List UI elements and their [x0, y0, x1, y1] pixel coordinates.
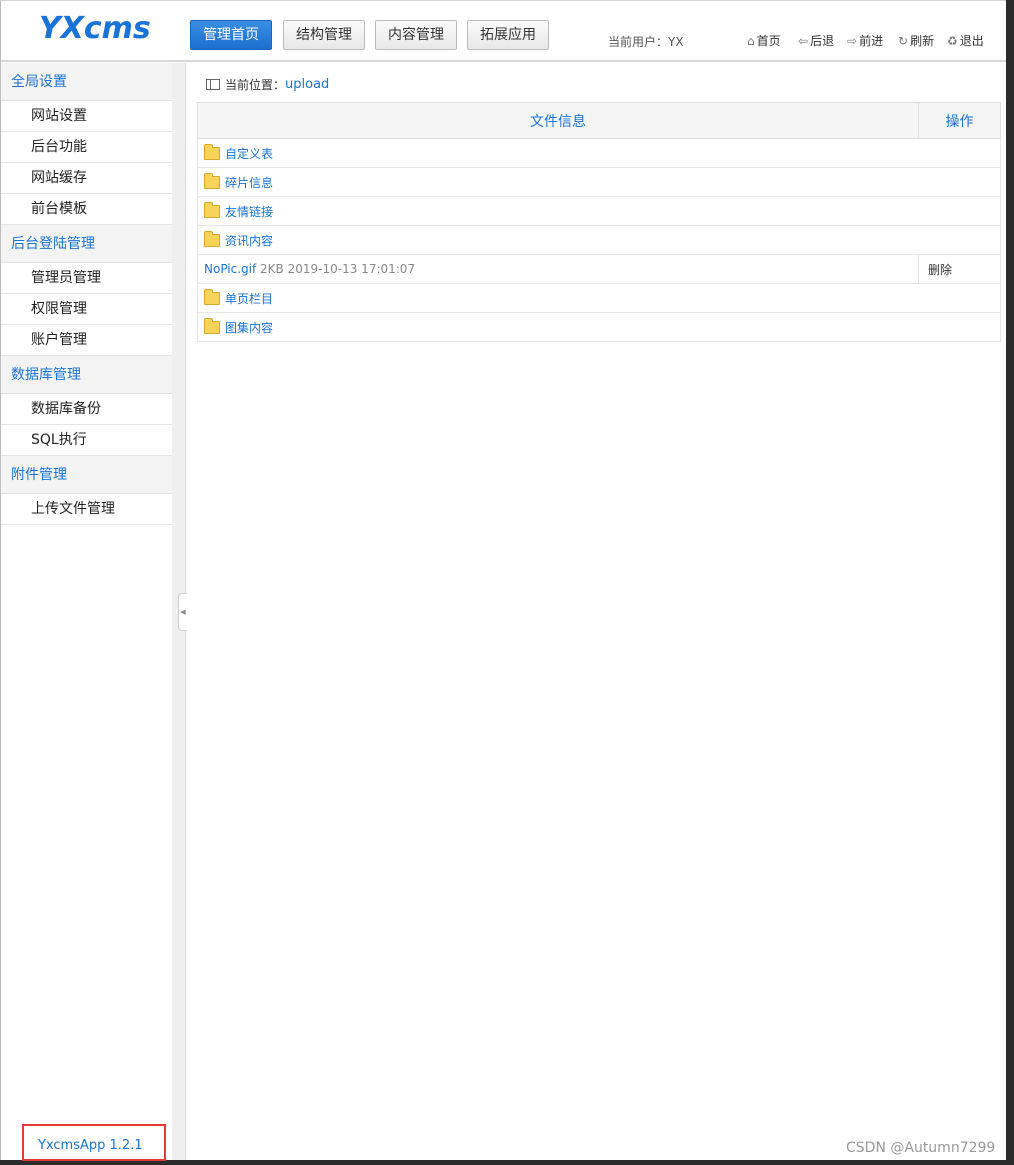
- current-user-label: 当前用户：YX: [608, 35, 684, 49]
- folder-icon: [204, 172, 220, 189]
- folder-icon: [204, 143, 220, 160]
- table-row: 单页栏目: [197, 283, 1001, 313]
- sidebar-group-database-management[interactable]: 数据库管理: [1, 356, 172, 394]
- nav-content-button[interactable]: 内容管理: [375, 20, 457, 50]
- folder-icon: [204, 201, 220, 218]
- sidebar-item-site-cache[interactable]: 网站缓存: [1, 163, 172, 194]
- file-table: 文件信息 操作 自定义表 碎片信息 友情链接 资讯内容 NoPic.gif 2K…: [197, 102, 1001, 342]
- toolbar-back[interactable]: ⇦ 后退: [798, 32, 834, 49]
- toolbar-forward[interactable]: ⇨ 前进: [847, 32, 883, 49]
- file-link[interactable]: NoPic.gif: [204, 262, 256, 276]
- location-icon: [206, 79, 220, 90]
- toolbar-home[interactable]: ⌂ 首页: [747, 32, 781, 49]
- toolbar-exit-label: 退出: [959, 34, 984, 48]
- table-header-row: 文件信息 操作: [197, 102, 1001, 139]
- sidebar-item-database-backup[interactable]: 数据库备份: [1, 394, 172, 425]
- folder-icon: [204, 288, 220, 305]
- file-date: 2019-10-13 17:01:07: [287, 262, 416, 276]
- watermark: CSDN @Autumn7299: [846, 1140, 996, 1156]
- folder-icon: [204, 230, 220, 247]
- sidebar: 全局设置 网站设置 后台功能 网站缓存 前台模板 后台登陆管理 管理员管理 权限…: [1, 63, 172, 1160]
- sidebar-item-site-settings[interactable]: 网站设置: [1, 101, 172, 132]
- sidebar-item-admin-functions[interactable]: 后台功能: [1, 132, 172, 163]
- table-row: NoPic.gif 2KB 2019-10-13 17:01:07 删除: [197, 254, 1001, 284]
- sidebar-collapse-handle[interactable]: ◀: [178, 593, 187, 631]
- toolbar-refresh-label: 刷新: [910, 34, 935, 48]
- sidebar-item-sql-execute[interactable]: SQL执行: [1, 425, 172, 456]
- nav-structure-button[interactable]: 结构管理: [283, 20, 365, 50]
- sidebar-item-admin-management[interactable]: 管理员管理: [1, 263, 172, 294]
- table-row: 自定义表: [197, 138, 1001, 168]
- folder-link[interactable]: 资讯内容: [225, 234, 273, 248]
- toolbar-home-label: 首页: [756, 34, 781, 48]
- folder-link[interactable]: 自定义表: [225, 147, 273, 161]
- logo: YXcms: [39, 11, 151, 46]
- table-row: 图集内容: [197, 312, 1001, 342]
- folder-link[interactable]: 友情链接: [225, 205, 273, 219]
- sidebar-group-global-settings[interactable]: 全局设置: [1, 63, 172, 101]
- home-icon: ⌂: [747, 33, 755, 48]
- nav-extend-button[interactable]: 拓展应用: [467, 20, 549, 50]
- toolbar-back-label: 后退: [810, 34, 835, 48]
- sidebar-group-attachment-management[interactable]: 附件管理: [1, 456, 172, 494]
- toolbar-forward-label: 前进: [859, 34, 884, 48]
- folder-icon: [204, 317, 220, 334]
- top-header: YXcms 管理首页 结构管理 内容管理 拓展应用 当前用户：YX ⌂ 首页 ⇦…: [1, 1, 1006, 62]
- nav-home-button[interactable]: 管理首页: [190, 20, 272, 50]
- breadcrumb: 当前位置： upload: [206, 76, 329, 93]
- sidebar-item-permission-management[interactable]: 权限管理: [1, 294, 172, 325]
- toolbar-refresh[interactable]: ↻ 刷新: [898, 32, 934, 49]
- app-version: YxcmsApp 1.2.1: [38, 1138, 143, 1153]
- back-arrow-icon: ⇦: [798, 33, 809, 48]
- forward-arrow-icon: ⇨: [847, 33, 858, 48]
- folder-link[interactable]: 单页栏目: [225, 292, 273, 306]
- table-row: 友情链接: [197, 196, 1001, 226]
- window-right-edge: [1006, 0, 1014, 1165]
- breadcrumb-label: 当前位置：: [225, 78, 286, 92]
- sidebar-item-account-management[interactable]: 账户管理: [1, 325, 172, 356]
- table-row: 资讯内容: [197, 225, 1001, 255]
- column-header-file-info: 文件信息: [197, 102, 919, 139]
- folder-link[interactable]: 碎片信息: [225, 176, 273, 190]
- collapse-arrow-icon: ◀: [180, 608, 186, 616]
- table-row: 碎片信息: [197, 167, 1001, 197]
- sidebar-item-frontend-templates[interactable]: 前台模板: [1, 194, 172, 225]
- file-size: 2KB: [260, 262, 284, 276]
- column-header-action: 操作: [918, 102, 1001, 139]
- folder-link[interactable]: 图集内容: [225, 321, 273, 335]
- breadcrumb-path-link[interactable]: upload: [285, 77, 329, 92]
- refresh-icon: ↻: [898, 33, 909, 48]
- delete-button[interactable]: 删除: [918, 254, 1001, 284]
- sidebar-item-upload-file-management[interactable]: 上传文件管理: [1, 494, 172, 525]
- sidebar-group-login-management[interactable]: 后台登陆管理: [1, 225, 172, 263]
- toolbar-exit[interactable]: ♻ 退出: [947, 32, 984, 49]
- exit-icon: ♻: [947, 33, 958, 48]
